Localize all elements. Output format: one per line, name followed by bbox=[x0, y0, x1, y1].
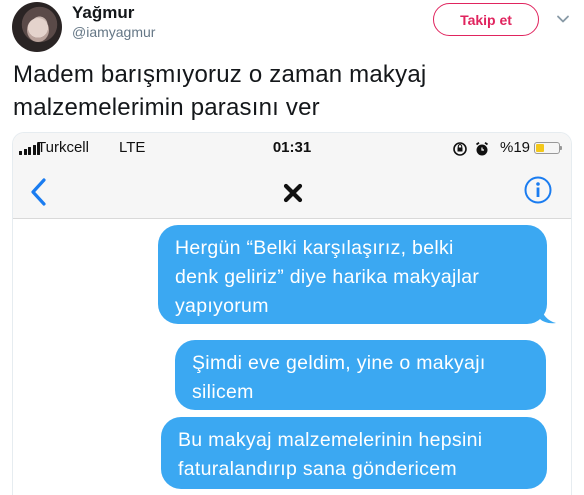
tweet-text: Madem barışmıyoruz o zaman makyaj malzem… bbox=[13, 58, 573, 124]
message-line: Şimdi eve geldim, yine o makyajı bbox=[192, 352, 486, 374]
tweet-media-image[interactable]: Turkcell LTE 01:31 %19 Hergün “Belki kar… bbox=[12, 132, 572, 495]
info-icon[interactable] bbox=[523, 175, 553, 205]
rotation-lock-icon bbox=[453, 142, 467, 156]
message-line: denk geliriz” diye harika makyajlar bbox=[175, 266, 480, 288]
message-line: faturalandırıp sana göndericem bbox=[178, 458, 457, 480]
battery-percent: %19 bbox=[500, 139, 531, 156]
message-line: silicem bbox=[192, 381, 254, 403]
display-name[interactable]: Yağmur bbox=[72, 3, 134, 23]
message-line: Hergün “Belki karşılaşırız, belki bbox=[175, 237, 454, 259]
message-bubble: Şimdi eve geldim, yine o makyajı silicem bbox=[175, 340, 546, 410]
user-handle[interactable]: @iamyagmur bbox=[72, 24, 155, 40]
phone-header: Turkcell LTE 01:31 %19 bbox=[13, 133, 571, 219]
tweet-text-line: malzemelerimin parasını ver bbox=[13, 94, 320, 121]
avatar[interactable] bbox=[12, 2, 62, 52]
close-icon bbox=[283, 183, 303, 203]
message-bubble: Hergün “Belki karşılaşırız, belki denk g… bbox=[158, 225, 547, 324]
message-line: yapıyorum bbox=[175, 295, 269, 317]
chevron-down-icon[interactable] bbox=[556, 12, 570, 26]
follow-button[interactable]: Takip et bbox=[433, 3, 539, 36]
tweet-header: Yağmur @iamyagmur Takip et bbox=[0, 0, 584, 56]
tweet-text-line: Madem barışmıyoruz o zaman makyaj bbox=[13, 61, 427, 88]
alarm-clock-icon bbox=[475, 141, 489, 156]
back-chevron-icon[interactable] bbox=[27, 176, 51, 208]
rotation-lock-and-alarm-icons bbox=[453, 141, 489, 156]
message-bubble: Bu makyaj malzemelerinin hepsini fatural… bbox=[161, 417, 547, 489]
message-line: Bu makyaj malzemelerinin hepsini bbox=[178, 429, 483, 451]
status-bar: Turkcell LTE 01:31 %19 bbox=[13, 133, 571, 163]
message-tail bbox=[540, 305, 556, 324]
battery-icon bbox=[534, 142, 562, 154]
